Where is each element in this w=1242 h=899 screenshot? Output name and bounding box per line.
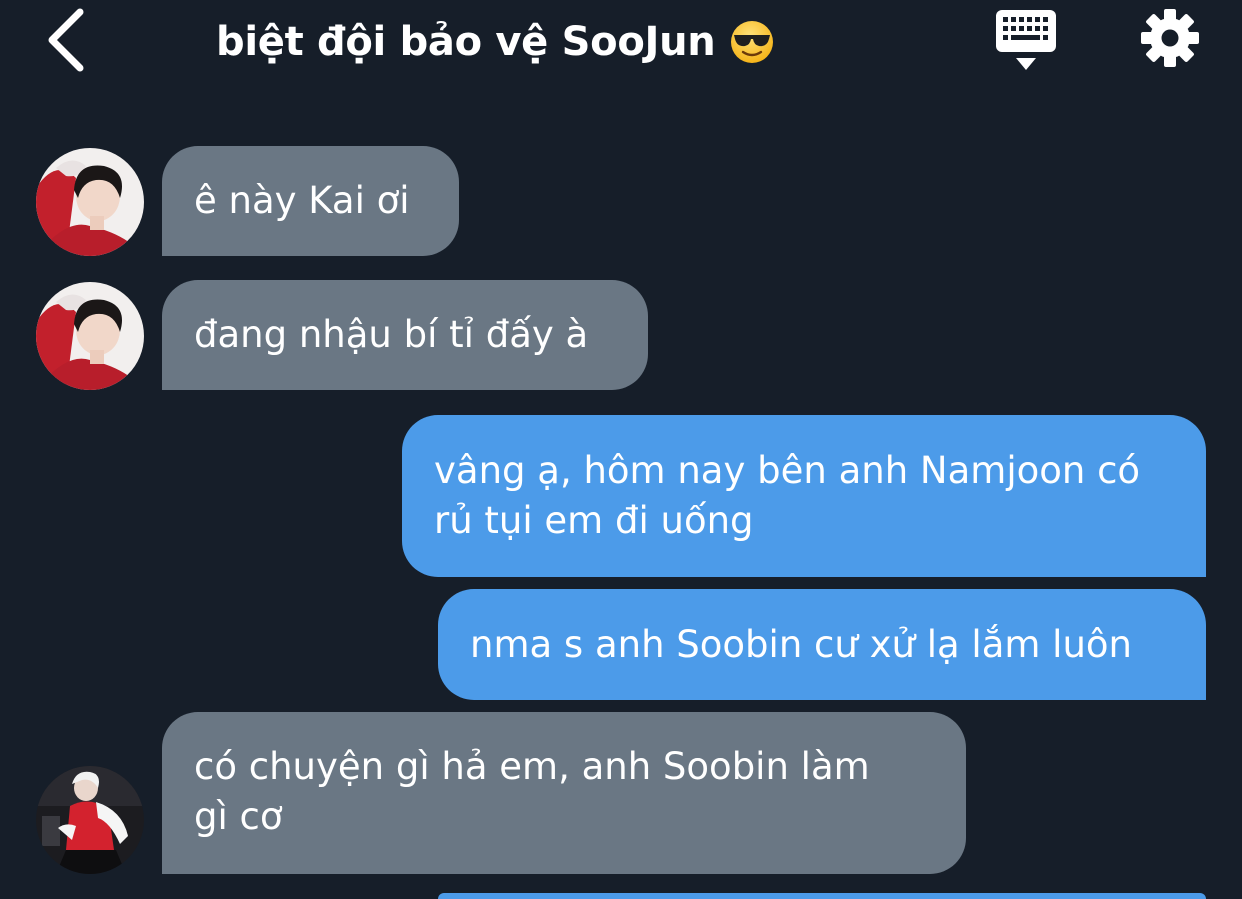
chat-header: biệt đội bảo vệ SooJun bbox=[0, 0, 1242, 90]
keyboard-icon bbox=[996, 10, 1056, 70]
gear-icon bbox=[1141, 9, 1199, 67]
message-text-line: gì cơ bbox=[194, 795, 283, 838]
message-bubble[interactable]: có chuyện gì hả em, anh Soobin làm gì cơ bbox=[162, 712, 966, 874]
keyboard-button[interactable] bbox=[994, 8, 1058, 72]
message-bubble[interactable]: ê này Kai ơi bbox=[162, 146, 459, 256]
message-bubble[interactable]: nma s anh Soobin cư xử lạ lắm luôn bbox=[438, 589, 1206, 700]
message-text-line: vâng ạ, hôm nay bên anh Namjoon có bbox=[434, 449, 1141, 492]
profile-photo-red-outfit bbox=[36, 148, 144, 256]
chat-title-text: biệt đội bảo vệ SooJun bbox=[216, 19, 716, 65]
message-text-line: rủ tụi em đi uống bbox=[434, 499, 754, 542]
chat-title: biệt đội bảo vệ SooJun bbox=[216, 12, 775, 72]
avatar[interactable] bbox=[36, 766, 144, 874]
message-text: nma s anh Soobin cư xử lạ lắm luôn bbox=[470, 623, 1132, 666]
message-text-line: có chuyện gì hả em, anh Soobin làm bbox=[194, 745, 870, 788]
settings-button[interactable] bbox=[1140, 8, 1200, 68]
avatar[interactable] bbox=[36, 282, 144, 390]
message-bubble[interactable]: đang nhậu bí tỉ đấy à bbox=[162, 280, 648, 390]
back-button[interactable] bbox=[38, 6, 98, 72]
avatar[interactable] bbox=[36, 148, 144, 256]
chevron-left-icon bbox=[48, 8, 84, 72]
message-bubble[interactable]: vâng ạ, hôm nay bên anh Namjoon có rủ tụ… bbox=[402, 415, 1206, 577]
profile-photo-red-outfit bbox=[36, 282, 144, 390]
sunglasses-emoji-icon bbox=[731, 21, 774, 63]
message-text: đang nhậu bí tỉ đấy à bbox=[194, 313, 589, 356]
profile-photo-dark-scene bbox=[36, 766, 144, 874]
message-text: ê này Kai ơi bbox=[194, 179, 410, 222]
message-bubble-partial[interactable] bbox=[438, 893, 1206, 899]
